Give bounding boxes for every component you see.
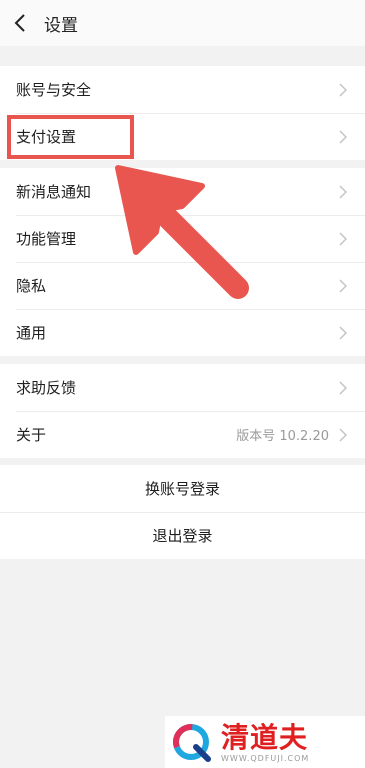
- watermark-name: 清道夫: [221, 720, 309, 754]
- watermark: 清道夫 WWW.QDFUJI.COM: [165, 716, 365, 768]
- back-button[interactable]: [0, 0, 40, 46]
- chevron-left-icon: [14, 14, 25, 32]
- chevron-right-icon: [339, 129, 349, 144]
- help-group: 求助反馈 关于 版本号 10.2.20: [0, 364, 365, 458]
- chevron-right-icon: [339, 278, 349, 293]
- settings-page: 设置 账号与安全 支付设置 新消息通知 功能管理 隐私 通用 求助反馈 关于 版…: [0, 0, 365, 768]
- row-label: 关于: [16, 426, 47, 444]
- account-actions: 换账号登录 退出登录: [0, 465, 365, 559]
- top-bar: 设置: [0, 0, 365, 46]
- row-label: 支付设置: [16, 128, 77, 146]
- row-about[interactable]: 关于 版本号 10.2.20: [0, 411, 365, 458]
- row-help-feedback[interactable]: 求助反馈: [0, 364, 365, 411]
- chevron-right-icon: [339, 427, 349, 442]
- chevron-right-icon: [339, 325, 349, 340]
- watermark-url: WWW.QDFUJI.COM: [221, 753, 310, 763]
- row-label: 通用: [16, 324, 47, 342]
- logout-button[interactable]: 退出登录: [0, 512, 365, 559]
- chevron-right-icon: [339, 231, 349, 246]
- row-account-security[interactable]: 账号与安全: [0, 66, 365, 113]
- account-group: 账号与安全 支付设置: [0, 66, 365, 160]
- watermark-text: 清道夫 WWW.QDFUJI.COM: [221, 720, 310, 763]
- switch-account-button[interactable]: 换账号登录: [0, 465, 365, 512]
- chevron-right-icon: [339, 82, 349, 97]
- watermark-logo-icon: [165, 716, 217, 768]
- row-payment-settings[interactable]: 支付设置: [0, 113, 365, 160]
- row-label: 求助反馈: [16, 379, 77, 397]
- page-title: 设置: [44, 15, 78, 36]
- pointer-arrow-icon: [115, 165, 249, 299]
- row-label: 账号与安全: [16, 81, 92, 99]
- version-text: 版本号 10.2.20: [236, 429, 329, 444]
- chevron-right-icon: [339, 184, 349, 199]
- chevron-right-icon: [339, 380, 349, 395]
- row-general[interactable]: 通用: [0, 309, 365, 356]
